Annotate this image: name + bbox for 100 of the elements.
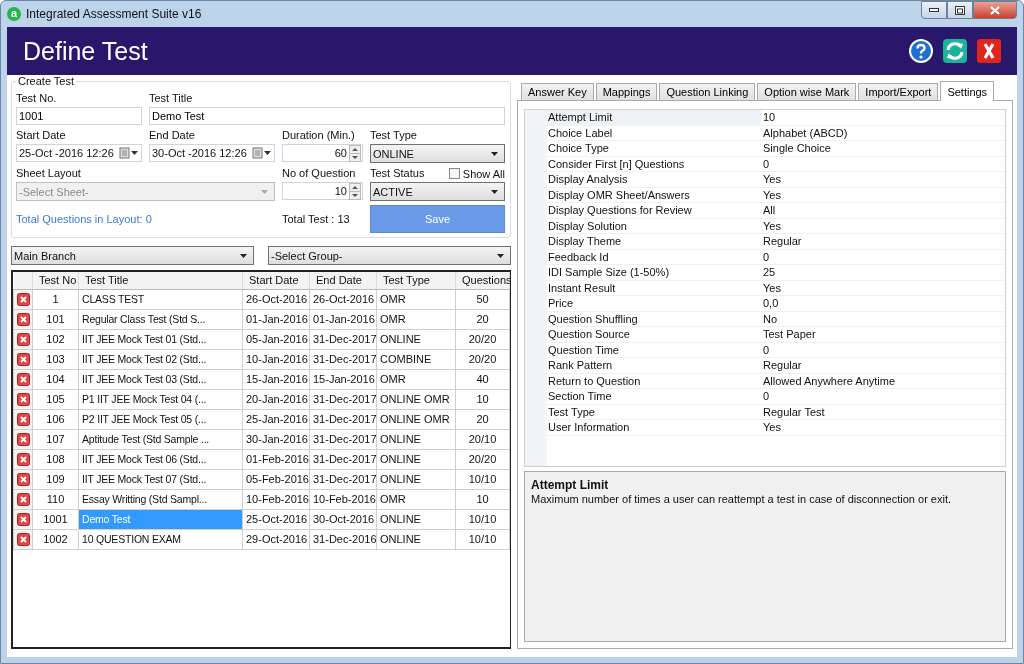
date-field[interactable]: 25-Oct -2016 12:26 [16, 144, 142, 162]
property-value[interactable]: Allowed Anywhere Anytime [761, 374, 1005, 387]
column-header[interactable]: Test No [32, 272, 79, 289]
property-value[interactable]: All [761, 204, 1005, 217]
delete-button[interactable] [16, 332, 30, 346]
column-header[interactable]: Start Date [242, 272, 310, 289]
tab[interactable]: Settings [940, 81, 995, 101]
dropdown[interactable]: -Select Group- [268, 246, 511, 265]
property-name[interactable]: Question Time [547, 342, 761, 357]
minimize-icon [929, 8, 939, 12]
table-cell: ONLINE [376, 509, 456, 529]
property-value[interactable]: 10 [761, 111, 1005, 124]
delete-icon [16, 512, 30, 526]
delete-button[interactable] [16, 432, 30, 446]
table-cell: 108 [32, 449, 79, 469]
delete-button[interactable] [16, 412, 30, 426]
delete-button[interactable] [16, 352, 30, 366]
property-name[interactable]: Display OMR Sheet/Answers [547, 187, 761, 202]
delete-button[interactable] [16, 512, 30, 526]
property-name[interactable]: Display Theme [547, 234, 761, 249]
property-value[interactable]: Alphabet (ABCD) [761, 126, 1005, 139]
property-name[interactable]: Choice Type [547, 141, 761, 156]
property-value[interactable]: Test Paper [761, 328, 1005, 341]
property-value[interactable]: 0 [761, 157, 1005, 170]
property-name[interactable]: Attempt Limit [547, 110, 761, 125]
column-header[interactable]: Test Title [78, 272, 243, 289]
property-name[interactable]: User Information [547, 420, 761, 435]
property-value[interactable]: Yes [761, 281, 1005, 294]
tab[interactable]: Import/Export [858, 83, 939, 100]
property-value[interactable]: 0 [761, 390, 1005, 403]
number-field[interactable]: 10 [282, 182, 363, 200]
close-button[interactable] [973, 1, 1017, 19]
property-value[interactable]: 25 [761, 266, 1005, 279]
table-cell: 10/10 [455, 529, 510, 549]
property-value[interactable]: Yes [761, 421, 1005, 434]
delete-button[interactable] [16, 292, 30, 306]
table-cell: 15-Jan-2016 [309, 369, 377, 389]
field-label: No of Question [282, 167, 357, 180]
property-name[interactable]: Price [547, 296, 761, 311]
dropdown-arrow-icon [490, 150, 499, 157]
property-value[interactable]: 0 [761, 343, 1005, 356]
property-value[interactable]: Regular [761, 359, 1005, 372]
column-header[interactable]: End Date [309, 272, 377, 289]
table-cell: 05-Jan-2016 [242, 329, 310, 349]
column-header[interactable]: Test Type [376, 272, 456, 289]
delete-button[interactable] [16, 452, 30, 466]
property-name[interactable]: Display Questions for Review [547, 203, 761, 218]
delete-button[interactable] [16, 392, 30, 406]
delete-button[interactable] [16, 532, 30, 546]
dropdown[interactable]: ONLINE [370, 144, 505, 163]
property-value[interactable]: 0 [761, 250, 1005, 263]
property-value[interactable]: Regular Test [761, 405, 1005, 418]
property-name[interactable]: Feedback Id [547, 249, 761, 264]
delete-button[interactable] [16, 372, 30, 386]
tab[interactable]: Answer Key [521, 83, 594, 100]
property-name[interactable]: Section Time [547, 389, 761, 404]
property-value[interactable]: Yes [761, 188, 1005, 201]
delete-button[interactable] [16, 312, 30, 326]
property-value[interactable]: Yes [761, 173, 1005, 186]
delete-icon [16, 432, 30, 446]
date-field[interactable]: 30-Oct -2016 12:26 [149, 144, 275, 162]
property-name[interactable]: Rank Pattern [547, 358, 761, 373]
tab[interactable]: Option wise Mark [757, 83, 857, 100]
table-cell: 10/10 [455, 469, 510, 489]
show-all-checkbox[interactable]: Show All [448, 167, 505, 180]
table-cell: 25-Jan-2016 [242, 409, 310, 429]
number-field[interactable]: 60 [282, 144, 363, 162]
tab[interactable]: Question Linking [659, 83, 756, 100]
maximize-button[interactable] [947, 1, 973, 19]
text-field[interactable]: 1001 [16, 107, 142, 125]
minimize-button[interactable] [921, 1, 947, 19]
window-title: Integrated Assessment Suite v16 [26, 7, 202, 21]
property-name[interactable]: Return to Question [547, 373, 761, 388]
property-name[interactable]: Question Source [547, 327, 761, 342]
property-value[interactable]: Single Choice [761, 142, 1005, 155]
property-name[interactable]: Test Type [547, 404, 761, 419]
exit-icon [977, 39, 1001, 63]
property-value[interactable]: Yes [761, 219, 1005, 232]
property-name[interactable]: Display Solution [547, 218, 761, 233]
tab[interactable]: Mappings [595, 83, 658, 100]
table-cell: COMBINE [376, 349, 456, 369]
field-label: Duration (Min.) [282, 129, 356, 142]
delete-icon [16, 452, 30, 466]
property-value[interactable]: Regular [761, 235, 1005, 248]
dropdown-arrow-icon [239, 252, 248, 259]
dropdown[interactable]: ACTIVE [370, 182, 505, 201]
property-value[interactable]: No [761, 312, 1005, 325]
text-field[interactable]: Demo Test [149, 107, 505, 125]
dropdown[interactable]: Main Branch [11, 246, 254, 265]
property-name[interactable]: Consider First [n] Questions [547, 156, 761, 171]
property-name[interactable]: Choice Label [547, 125, 761, 140]
property-name[interactable]: Instant Result [547, 280, 761, 295]
delete-button[interactable] [16, 492, 30, 506]
property-name[interactable]: Display Analysis [547, 172, 761, 187]
table-cell: 30-Oct-2016 [309, 509, 377, 529]
total-questions-link[interactable]: Total Questions in Layout: 0 [16, 213, 152, 225]
property-value[interactable]: 0,0 [761, 297, 1005, 310]
property-name[interactable]: Question Shuffling [547, 311, 761, 326]
delete-button[interactable] [16, 472, 30, 486]
property-name[interactable]: IDI Sample Size (1-50%) [547, 265, 761, 280]
